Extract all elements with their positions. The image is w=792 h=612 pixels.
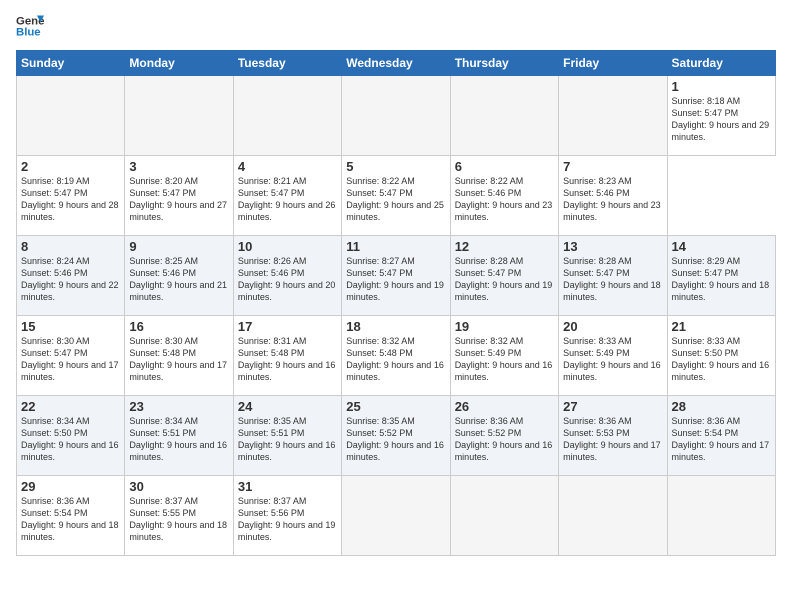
day-cell-23: 23Sunrise: 8:34 AM Sunset: 5:51 PM Dayli…: [125, 396, 233, 476]
day-cell-31: 31Sunrise: 8:37 AM Sunset: 5:56 PM Dayli…: [233, 476, 341, 556]
page-container: General Blue SundayMondayTuesdayWednesda…: [0, 0, 792, 568]
day-cell-26: 26Sunrise: 8:36 AM Sunset: 5:52 PM Dayli…: [450, 396, 558, 476]
calendar-week-1: 1Sunrise: 8:18 AM Sunset: 5:47 PM Daylig…: [17, 76, 776, 156]
day-cell-16: 16Sunrise: 8:30 AM Sunset: 5:48 PM Dayli…: [125, 316, 233, 396]
day-cell-8: 8Sunrise: 8:24 AM Sunset: 5:46 PM Daylig…: [17, 236, 125, 316]
day-cell-9: 9Sunrise: 8:25 AM Sunset: 5:46 PM Daylig…: [125, 236, 233, 316]
day-cell-5: 5Sunrise: 8:22 AM Sunset: 5:47 PM Daylig…: [342, 156, 450, 236]
header-thursday: Thursday: [450, 51, 558, 76]
logo: General Blue: [16, 12, 48, 40]
calendar-table: SundayMondayTuesdayWednesdayThursdayFrid…: [16, 50, 776, 556]
day-cell-2: 2Sunrise: 8:19 AM Sunset: 5:47 PM Daylig…: [17, 156, 125, 236]
day-cell-11: 11Sunrise: 8:27 AM Sunset: 5:47 PM Dayli…: [342, 236, 450, 316]
calendar-week-4: 15Sunrise: 8:30 AM Sunset: 5:47 PM Dayli…: [17, 316, 776, 396]
header-tuesday: Tuesday: [233, 51, 341, 76]
day-cell-12: 12Sunrise: 8:28 AM Sunset: 5:47 PM Dayli…: [450, 236, 558, 316]
day-cell-19: 19Sunrise: 8:32 AM Sunset: 5:49 PM Dayli…: [450, 316, 558, 396]
day-cell-1: 1Sunrise: 8:18 AM Sunset: 5:47 PM Daylig…: [667, 76, 775, 156]
empty-cell: [233, 76, 341, 156]
day-cell-27: 27Sunrise: 8:36 AM Sunset: 5:53 PM Dayli…: [559, 396, 667, 476]
header-row: SundayMondayTuesdayWednesdayThursdayFrid…: [17, 51, 776, 76]
day-cell-17: 17Sunrise: 8:31 AM Sunset: 5:48 PM Dayli…: [233, 316, 341, 396]
empty-cell: [17, 76, 125, 156]
header-monday: Monday: [125, 51, 233, 76]
day-cell-10: 10Sunrise: 8:26 AM Sunset: 5:46 PM Dayli…: [233, 236, 341, 316]
day-cell-29: 29Sunrise: 8:36 AM Sunset: 5:54 PM Dayli…: [17, 476, 125, 556]
logo-icon: General Blue: [16, 12, 44, 40]
day-cell-22: 22Sunrise: 8:34 AM Sunset: 5:50 PM Dayli…: [17, 396, 125, 476]
day-cell-3: 3Sunrise: 8:20 AM Sunset: 5:47 PM Daylig…: [125, 156, 233, 236]
svg-text:Blue: Blue: [16, 27, 41, 39]
empty-cell: [667, 476, 775, 556]
header-sunday: Sunday: [17, 51, 125, 76]
empty-cell: [125, 76, 233, 156]
empty-cell: [342, 76, 450, 156]
header-wednesday: Wednesday: [342, 51, 450, 76]
day-cell-28: 28Sunrise: 8:36 AM Sunset: 5:54 PM Dayli…: [667, 396, 775, 476]
day-cell-15: 15Sunrise: 8:30 AM Sunset: 5:47 PM Dayli…: [17, 316, 125, 396]
day-cell-7: 7Sunrise: 8:23 AM Sunset: 5:46 PM Daylig…: [559, 156, 667, 236]
header: General Blue: [16, 12, 776, 40]
calendar-week-6: 29Sunrise: 8:36 AM Sunset: 5:54 PM Dayli…: [17, 476, 776, 556]
day-cell-13: 13Sunrise: 8:28 AM Sunset: 5:47 PM Dayli…: [559, 236, 667, 316]
empty-cell: [559, 76, 667, 156]
day-cell-21: 21Sunrise: 8:33 AM Sunset: 5:50 PM Dayli…: [667, 316, 775, 396]
day-cell-6: 6Sunrise: 8:22 AM Sunset: 5:46 PM Daylig…: [450, 156, 558, 236]
day-cell-18: 18Sunrise: 8:32 AM Sunset: 5:48 PM Dayli…: [342, 316, 450, 396]
header-saturday: Saturday: [667, 51, 775, 76]
calendar-week-5: 22Sunrise: 8:34 AM Sunset: 5:50 PM Dayli…: [17, 396, 776, 476]
empty-cell: [342, 476, 450, 556]
empty-cell: [450, 76, 558, 156]
day-cell-24: 24Sunrise: 8:35 AM Sunset: 5:51 PM Dayli…: [233, 396, 341, 476]
day-cell-4: 4Sunrise: 8:21 AM Sunset: 5:47 PM Daylig…: [233, 156, 341, 236]
day-cell-20: 20Sunrise: 8:33 AM Sunset: 5:49 PM Dayli…: [559, 316, 667, 396]
header-friday: Friday: [559, 51, 667, 76]
calendar-week-3: 8Sunrise: 8:24 AM Sunset: 5:46 PM Daylig…: [17, 236, 776, 316]
empty-cell: [559, 476, 667, 556]
calendar-week-2: 2Sunrise: 8:19 AM Sunset: 5:47 PM Daylig…: [17, 156, 776, 236]
day-cell-30: 30Sunrise: 8:37 AM Sunset: 5:55 PM Dayli…: [125, 476, 233, 556]
day-cell-14: 14Sunrise: 8:29 AM Sunset: 5:47 PM Dayli…: [667, 236, 775, 316]
day-cell-25: 25Sunrise: 8:35 AM Sunset: 5:52 PM Dayli…: [342, 396, 450, 476]
empty-cell: [450, 476, 558, 556]
